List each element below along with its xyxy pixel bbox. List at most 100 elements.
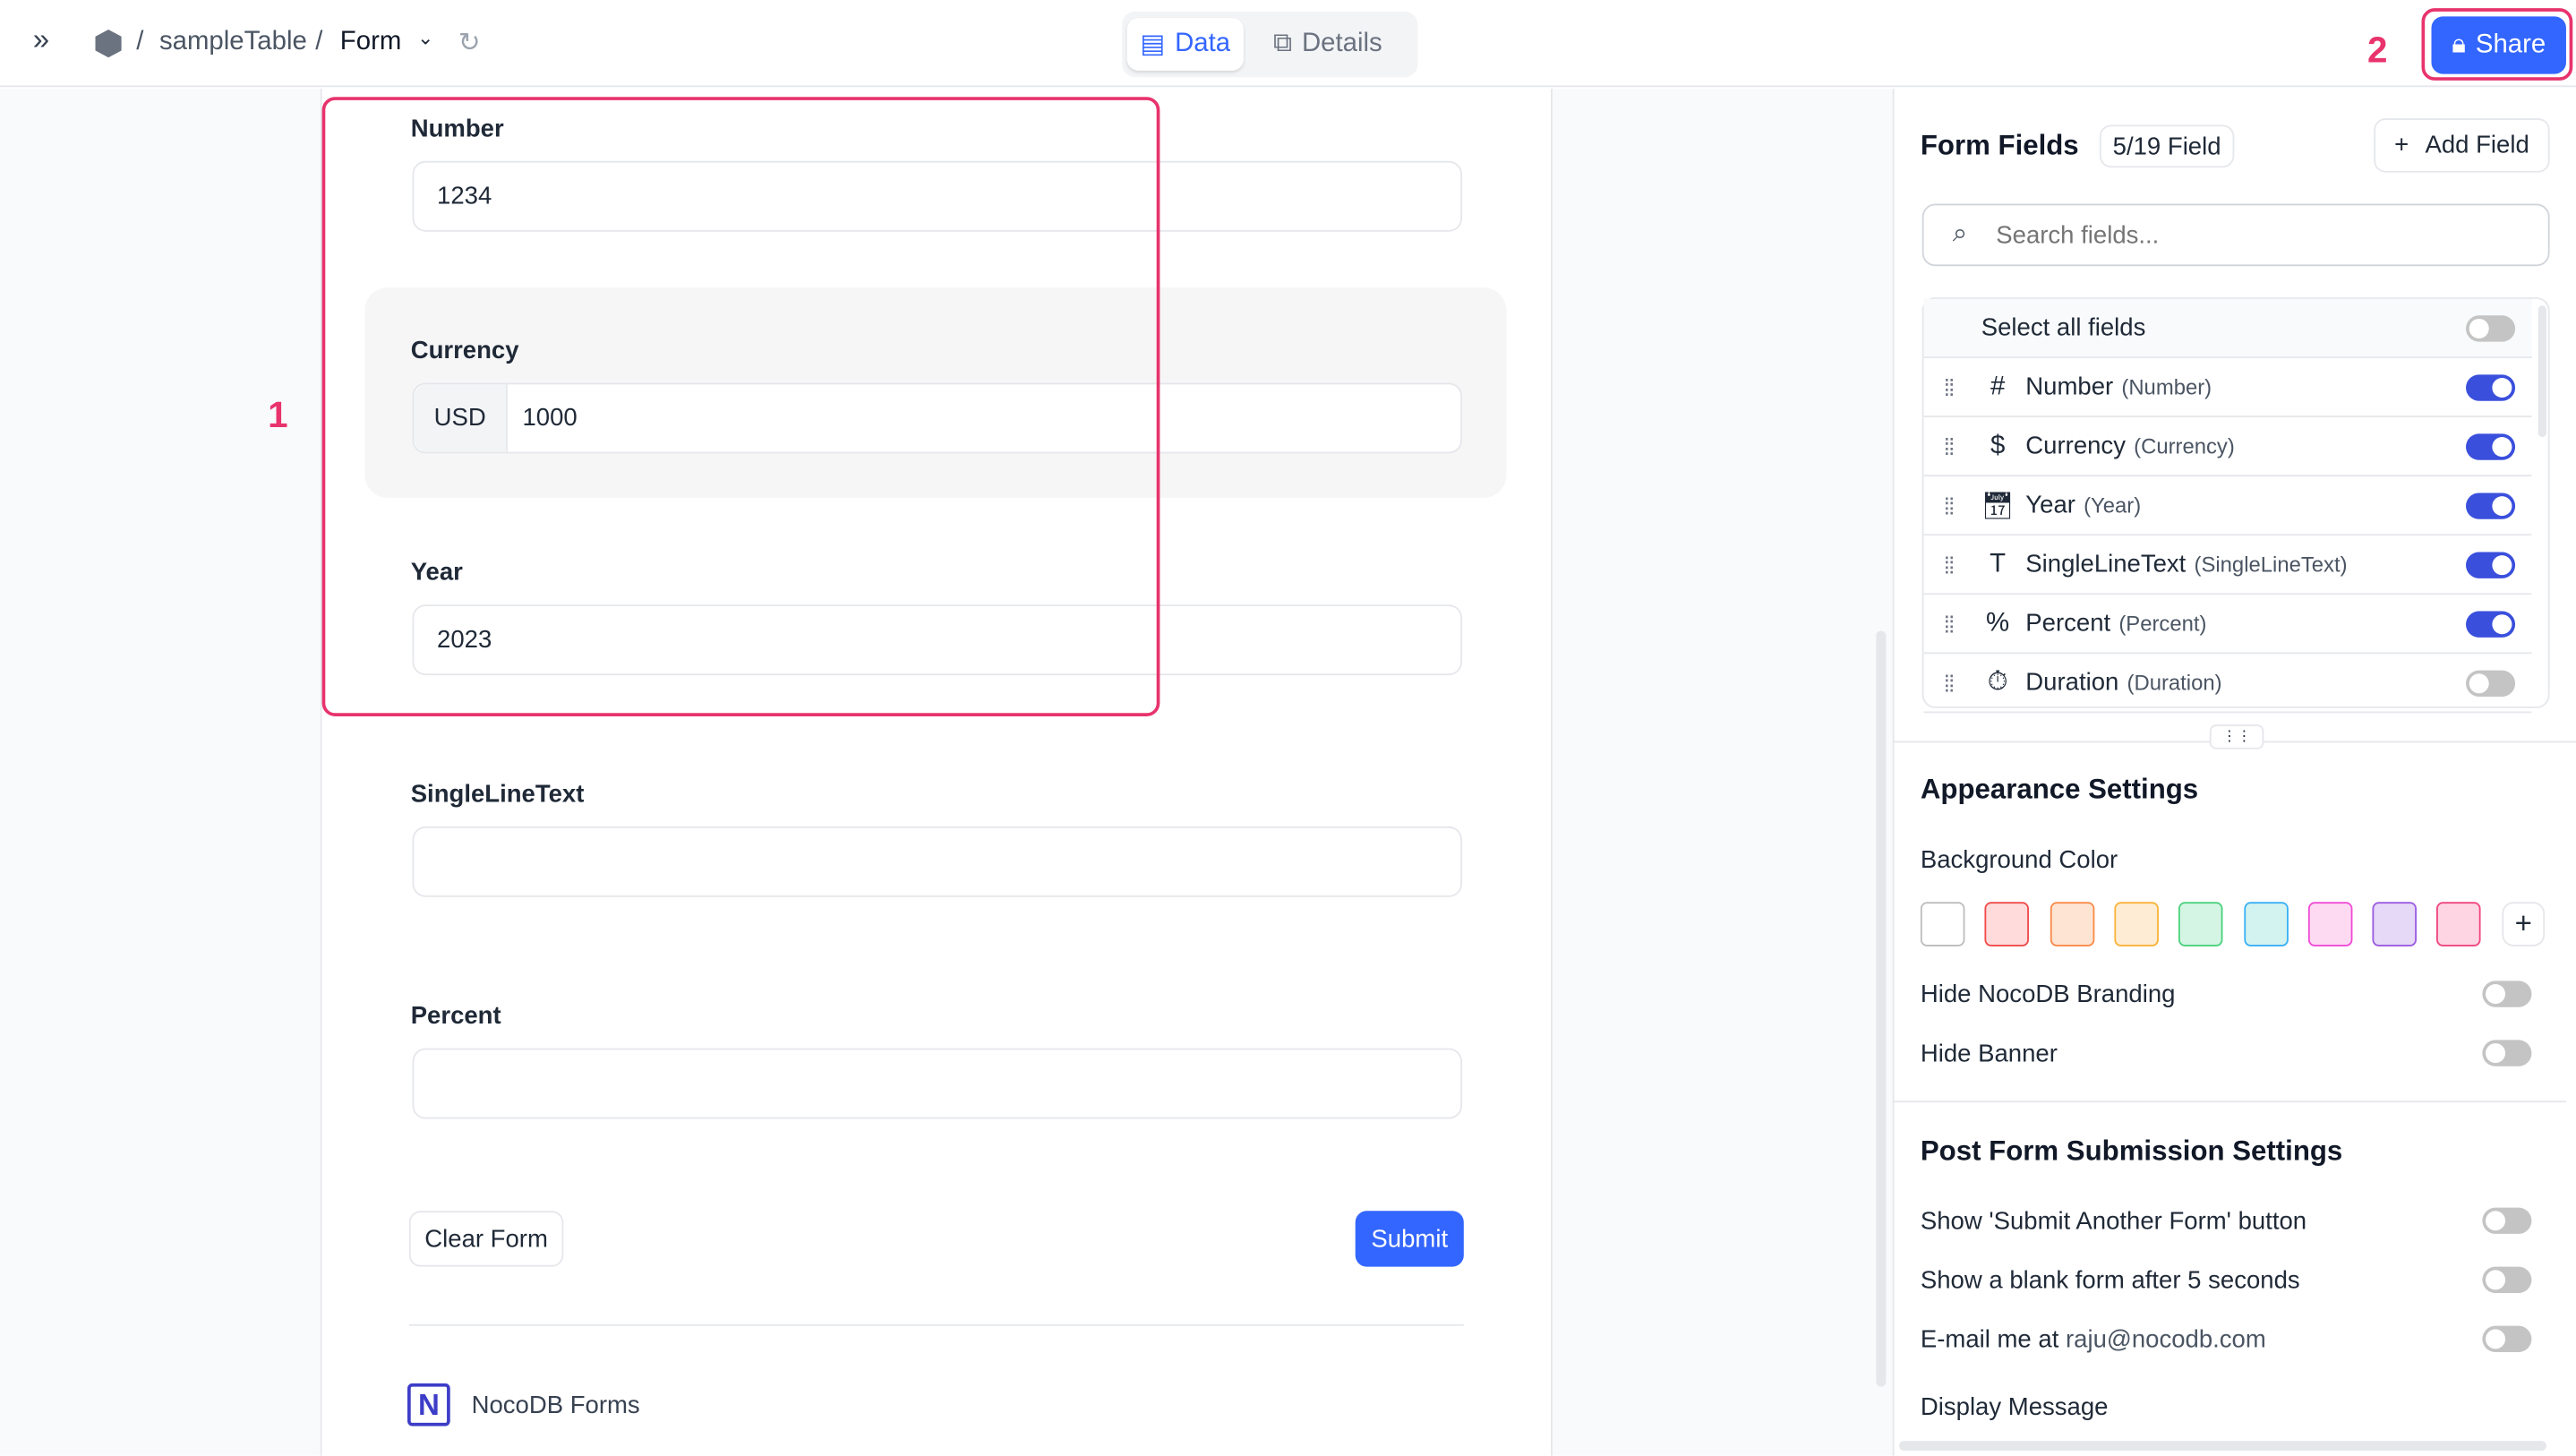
drag-handle-icon[interactable]: ⁞⁞ <box>1924 670 1973 696</box>
plus-icon: + <box>2394 131 2409 159</box>
details-icon: ⧉ <box>1272 30 1292 58</box>
field-label-singlelinetext: SingleLineText <box>410 780 585 809</box>
hide-banner-label: Hide Banner <box>1920 1040 2058 1068</box>
drag-handle-icon[interactable]: ⁞⁞ <box>1924 433 1973 458</box>
hide-banner-toggle[interactable] <box>2482 1040 2532 1066</box>
percent-input[interactable] <box>412 1048 1462 1119</box>
reload-icon[interactable]: ↻ <box>458 26 481 59</box>
field-visibility-toggle[interactable] <box>2466 433 2516 460</box>
form-settings-panel <box>1892 89 2576 1456</box>
field-visibility-toggle[interactable] <box>2466 374 2516 401</box>
display-message-label: Display Message <box>1920 1392 2109 1422</box>
field-visibility-toggle[interactable] <box>2466 611 2516 638</box>
annotation-2: 2 <box>2366 30 2388 71</box>
percent-icon: % <box>1986 608 2010 637</box>
search-input[interactable] <box>1996 220 2489 249</box>
calendar-icon: 📅︎ <box>1981 492 2015 520</box>
field-row[interactable]: ⁞⁞ T SingleLineText (SingleLineText) <box>1923 535 2532 595</box>
right-gutter <box>1551 89 1893 1456</box>
select-all-toggle[interactable] <box>2466 315 2516 342</box>
color-swatch[interactable] <box>2436 902 2482 946</box>
add-field-button[interactable]: + Add Field <box>2374 118 2550 173</box>
dollar-icon: $ <box>1990 431 2006 459</box>
field-label-percent: Percent <box>410 1002 501 1031</box>
base-icon <box>95 30 122 58</box>
tab-data[interactable]: ▤ Data <box>1126 18 1244 71</box>
blank-form-label: Show a blank form after 5 seconds <box>1920 1266 2300 1295</box>
color-swatch[interactable] <box>1984 902 2030 946</box>
text-icon: T <box>1990 549 2007 578</box>
email-address: raju@nocodb.com <box>2066 1325 2266 1354</box>
select-all-label: Select all fields <box>1981 313 2146 342</box>
lock-icon: 🔒︎ <box>2452 30 2466 59</box>
submit-button[interactable]: Submit <box>1355 1211 1464 1267</box>
blank-form-toggle[interactable] <box>2482 1266 2532 1293</box>
color-swatch[interactable] <box>2307 902 2353 946</box>
expand-sidebar-icon[interactable]: » <box>33 23 49 58</box>
breadcrumb-separator: / <box>315 28 323 56</box>
color-swatch[interactable] <box>2050 902 2094 946</box>
field-name: SingleLineText <box>2025 550 2187 578</box>
submit-another-toggle[interactable] <box>2482 1207 2532 1234</box>
color-swatch[interactable] <box>2178 902 2223 946</box>
clear-form-button[interactable]: Clear Form <box>408 1211 564 1267</box>
field-row[interactable]: ⁞⁞ $ Currency (Currency) <box>1923 417 2532 477</box>
drag-handle-icon[interactable]: ⁞⁞ <box>1924 611 1973 637</box>
color-swatch[interactable] <box>2114 902 2159 946</box>
tab-details[interactable]: ⧉ Details <box>1260 18 1395 71</box>
color-swatch[interactable] <box>2243 902 2288 946</box>
list-scrollbar[interactable] <box>2537 305 2546 438</box>
add-color-button[interactable]: + <box>2502 902 2546 946</box>
field-name: Duration <box>2025 668 2119 697</box>
email-me-label: E-mail me at <box>1920 1325 2059 1354</box>
share-label: Share <box>2475 30 2546 59</box>
color-swatch[interactable] <box>2372 902 2418 946</box>
top-bar: » / sampleTable / Form ⌄ ↻ ▤ Data ⧉ Detail… <box>0 0 2576 88</box>
panel-horizontal-scrollbar[interactable] <box>1899 1441 2546 1452</box>
field-visibility-toggle[interactable] <box>2466 670 2516 697</box>
breadcrumb-view[interactable]: Form <box>340 28 401 57</box>
annotation-box-1 <box>321 97 1160 716</box>
hash-icon: # <box>1990 372 2006 400</box>
background-color-label: Background Color <box>1920 845 2118 875</box>
field-row[interactable]: ⁞⁞% Percent (Percent) <box>1923 595 2532 655</box>
field-type: (Duration) <box>2127 670 2222 696</box>
nocodb-logo-icon: N <box>407 1383 450 1426</box>
hide-branding-toggle[interactable] <box>2482 981 2532 1007</box>
search-fields[interactable]: ⌕ <box>1921 203 2550 267</box>
field-row[interactable]: ⁞⁞ ⏱︎ Duration (Duration) <box>1923 654 2532 714</box>
submit-another-label: Show 'Submit Another Form' button <box>1920 1207 2307 1236</box>
add-field-label: Add Field <box>2425 131 2529 159</box>
branding-text: NocoDB Forms <box>471 1392 640 1420</box>
field-visibility-toggle[interactable] <box>2466 552 2516 578</box>
hide-branding-label: Hide NocoDB Branding <box>1920 981 2176 1009</box>
post-submission-title: Post Form Submission Settings <box>1920 1135 2343 1167</box>
breadcrumb-table[interactable]: sampleTable <box>159 28 307 57</box>
field-type: (Percent) <box>2118 611 2207 637</box>
chevron-down-icon[interactable]: ⌄ <box>417 26 433 49</box>
singlelinetext-input[interactable] <box>412 826 1462 897</box>
resize-handle[interactable]: ⋮⋮ <box>2209 724 2264 749</box>
share-button[interactable]: 🔒︎ Share <box>2431 16 2566 74</box>
drag-handle-icon[interactable]: ⁞⁞ <box>1924 492 1973 518</box>
left-gutter <box>0 89 322 1456</box>
view-tabs: ▤ Data ⧉ Details <box>1122 11 1418 78</box>
email-me-toggle[interactable] <box>2482 1325 2532 1353</box>
field-name: Number <box>2025 373 2114 401</box>
field-type: (Number) <box>2121 374 2212 399</box>
divider <box>1892 1101 2566 1103</box>
field-type: (Currency) <box>2134 433 2235 458</box>
drag-handle-icon[interactable]: ⁞⁞ <box>1924 373 1973 399</box>
field-row[interactable]: ⁞⁞ 📅︎ Year (Year) <box>1923 476 2532 536</box>
form-scrollbar[interactable] <box>1876 630 1887 1387</box>
select-all-row[interactable]: Select all fields <box>1923 298 2532 358</box>
drag-handle-icon[interactable]: ⁞⁞ <box>1924 552 1973 578</box>
color-swatch[interactable] <box>1920 902 1965 946</box>
tab-label: Data <box>1175 30 1231 58</box>
field-visibility-toggle[interactable] <box>2466 492 2516 519</box>
appearance-title: Appearance Settings <box>1920 774 2199 806</box>
field-type: (SingleLineText) <box>2194 552 2348 578</box>
search-icon: ⌕ <box>1952 219 1968 249</box>
field-row[interactable]: ⁞⁞ # Number (Number) <box>1923 358 2532 418</box>
panel-title: Form Fields <box>1920 129 2079 161</box>
